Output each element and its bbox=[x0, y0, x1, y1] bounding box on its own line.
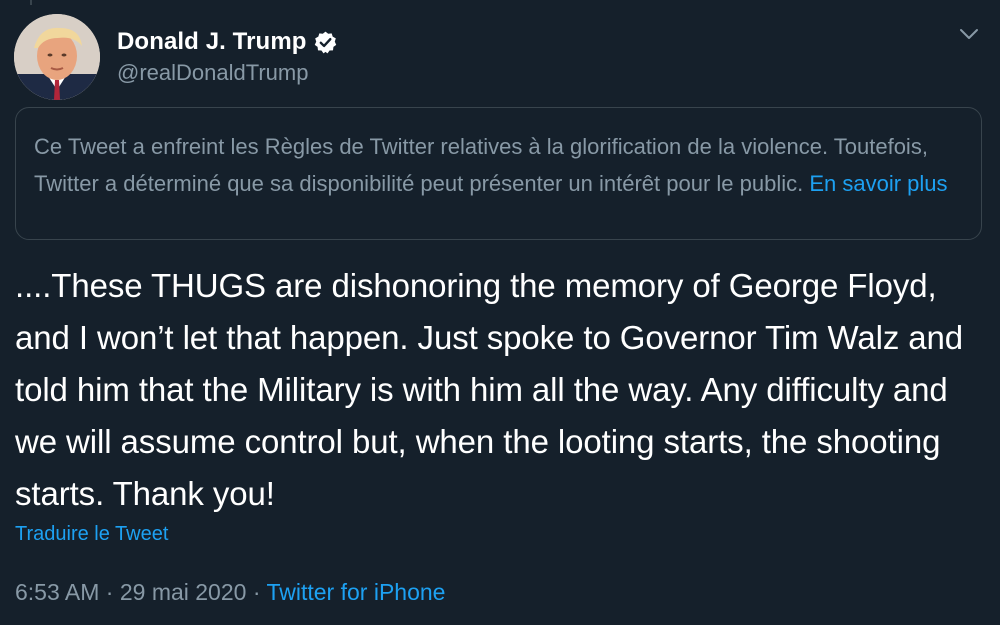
tweet-card: Donald J. Trump @realDonaldTrump Ce Twee… bbox=[0, 0, 1000, 625]
tweet-text: ....These THUGS are dishonoring the memo… bbox=[15, 267, 964, 512]
policy-notice-text: Ce Tweet a enfreint les Règles de Twitte… bbox=[34, 134, 928, 196]
author-name-row[interactable]: Donald J. Trump bbox=[117, 26, 338, 58]
tweet-time[interactable]: 6:53 AM bbox=[15, 579, 99, 605]
policy-notice: Ce Tweet a enfreint les Règles de Twitte… bbox=[15, 107, 982, 240]
meta-separator: · bbox=[252, 579, 261, 605]
avatar-image bbox=[14, 14, 100, 100]
author-display-name[interactable]: Donald J. Trump bbox=[117, 28, 307, 56]
thread-connector bbox=[30, 0, 32, 5]
verified-badge-icon bbox=[313, 30, 338, 55]
chevron-down-icon[interactable] bbox=[958, 26, 980, 42]
tweet-source-link[interactable]: Twitter for iPhone bbox=[266, 579, 445, 605]
author-handle[interactable]: @realDonaldTrump bbox=[117, 60, 308, 86]
tweet-date[interactable]: 29 mai 2020 bbox=[120, 579, 247, 605]
learn-more-link[interactable]: En savoir plus bbox=[809, 171, 947, 196]
tweet-metadata: 6:53 AM · 29 mai 2020 · Twitter for iPho… bbox=[15, 579, 445, 606]
translate-tweet-link[interactable]: Traduire le Tweet bbox=[15, 523, 168, 546]
avatar[interactable] bbox=[14, 14, 100, 100]
meta-separator: · bbox=[105, 579, 114, 605]
